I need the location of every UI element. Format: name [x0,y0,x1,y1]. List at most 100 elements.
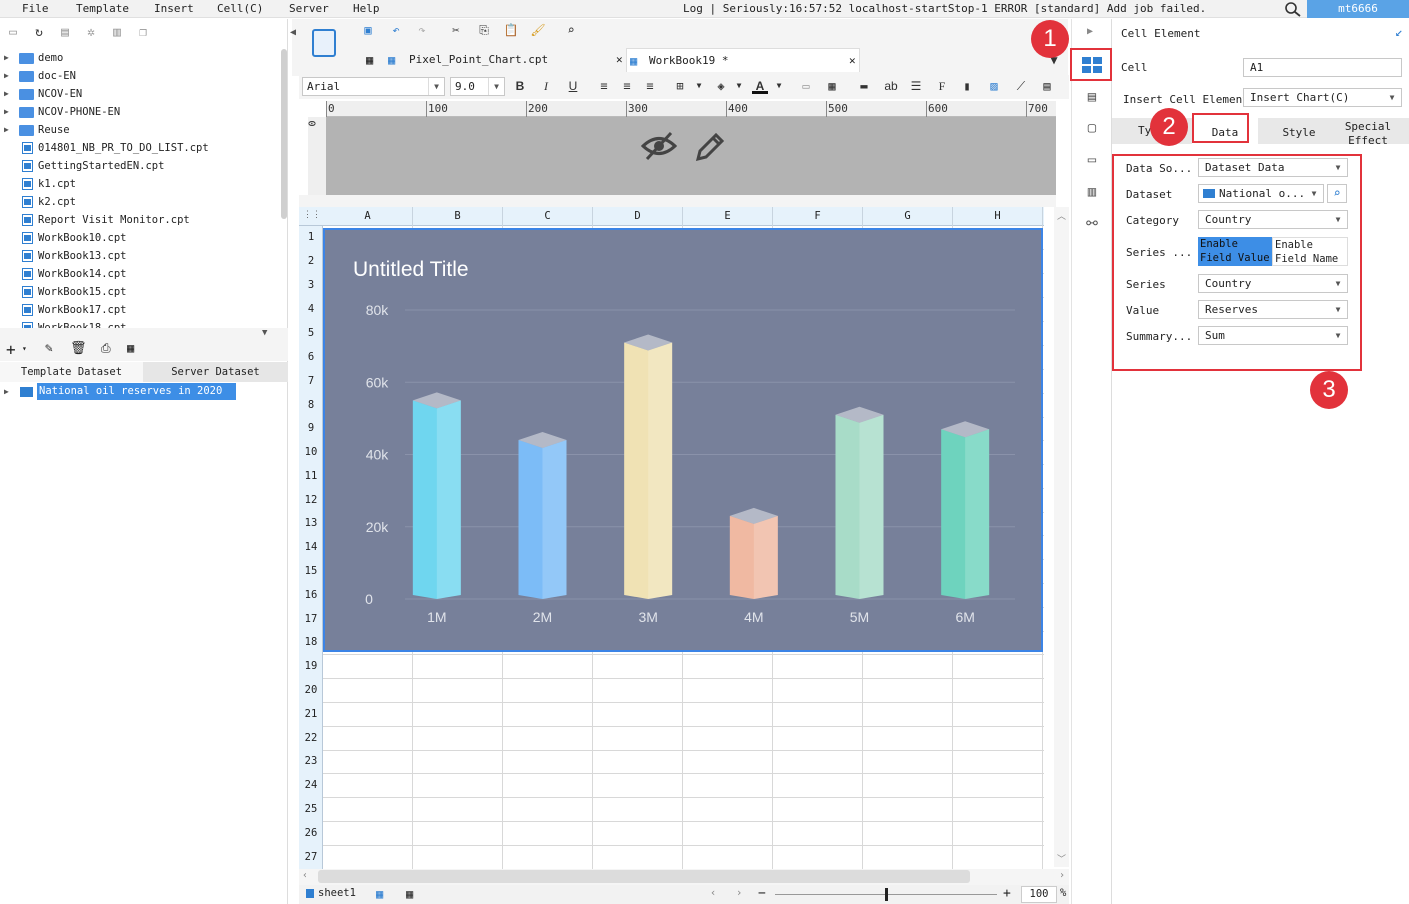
italic-icon[interactable]: I [538,78,554,94]
chevron-down-icon[interactable]: ▼ [691,78,707,94]
paste-icon[interactable]: 📋 [503,22,519,38]
fill-color-icon[interactable]: ◈ [713,78,729,94]
column-label[interactable]: D [593,207,683,226]
chart-cell[interactable]: Untitled Title 0 20k 40k 60k 80k 1M 2M 3M 4M 5M 6M [323,228,1043,652]
row-label[interactable]: 16 [299,583,323,607]
row-label[interactable]: 6 [299,345,323,369]
tree-file[interactable]: WorkBook15.cpt [0,283,280,301]
tab-template-dataset[interactable]: Template Dataset [0,362,143,382]
add-sheet-icon[interactable]: ▦ [376,887,383,901]
tree-file[interactable]: WorkBook14.cpt [0,265,280,283]
tab-workbook19[interactable]: ▦ WorkBook19 * ✕ [626,48,860,72]
font-family-select[interactable]: Arial ▼ [302,77,445,96]
row-label[interactable]: 25 [299,797,323,821]
chevron-down-icon[interactable]: ▾ [22,344,27,353]
close-icon[interactable]: ✕ [849,49,856,73]
tree-folder[interactable]: ▶ NCOV-PHONE-EN [0,103,280,121]
row-label[interactable]: 9 [299,417,323,440]
insert-row-icon[interactable]: ▬ [856,78,872,94]
menu-cell[interactable]: Cell(C) [217,2,263,15]
pin-icon[interactable]: ↙ [1395,25,1403,40]
row-label[interactable]: 23 [299,750,323,773]
frame-icon[interactable]: ▢ [1083,120,1101,136]
row-label[interactable]: 8 [299,393,323,417]
close-icon[interactable]: ✕ [616,48,623,72]
row-label[interactable]: 15 [299,559,323,583]
vertical-scrollbar[interactable]: ︿ ﹀ [1054,207,1069,867]
tree-file[interactable]: WorkBook10.cpt [0,229,280,247]
menu-insert[interactable]: Insert [154,2,194,15]
row-label[interactable]: 21 [299,702,323,726]
tree-file[interactable]: Report Visit Monitor.cpt [0,211,280,229]
bar[interactable] [729,507,778,599]
scroll-left-icon[interactable]: ‹ [302,870,308,881]
expand-arrow-icon[interactable]: ▶ [4,103,9,121]
preview-icon[interactable]: ⎙ [101,341,111,356]
bar[interactable] [624,334,673,599]
row-label[interactable]: 4 [299,297,323,321]
expand-arrow-icon[interactable]: ▶ [4,387,9,396]
row-label[interactable]: 27 [299,845,323,869]
border-icon[interactable]: ⊞ [672,78,688,94]
expand-right-icon[interactable]: ▶ [1087,26,1093,37]
condition-icon[interactable]: ▥ [1083,184,1101,200]
row-label[interactable]: 19 [299,654,323,678]
tree-file[interactable]: GettingStartedEN.cpt [0,157,280,175]
table-grid-icon[interactable]: ▦ [824,78,840,94]
menu-help[interactable]: Help [353,2,380,15]
column-label[interactable]: H [953,207,1043,226]
zoom-out-icon[interactable]: − [758,886,766,901]
bold-icon[interactable]: B [512,78,528,94]
zoom-input[interactable]: 100 [1021,886,1057,903]
expand-arrow-icon[interactable]: ▶ [4,49,9,67]
row-label[interactable]: 18 [299,631,323,654]
row-label[interactable]: 11 [299,464,323,488]
row-label[interactable]: 1 [299,226,323,249]
row-label[interactable]: 3 [299,273,323,297]
row-label[interactable]: 22 [299,726,323,750]
hide-icon[interactable] [641,131,677,161]
menu-template[interactable]: Template [76,2,129,15]
search-icon[interactable] [1284,1,1302,17]
undo-icon[interactable]: ↶ [388,22,404,38]
font-color-icon[interactable]: A [752,78,768,94]
tab-pixel-point-chart[interactable]: ▦ ▦ Pixel_Point_Chart.cpt ✕ [366,48,624,72]
edit-pencil-icon[interactable] [694,129,726,163]
text-icon[interactable]: ab [883,78,899,94]
cell-attribute-icon[interactable]: ▤ [1083,89,1101,105]
tree-file[interactable]: 014801_NB_PR_TO_DO_LIST.cpt [0,139,280,157]
expand-arrow-icon[interactable]: ▶ [4,67,9,85]
scroll-up-icon[interactable]: ︿ [1057,209,1066,222]
align-left-icon[interactable]: ≡ [596,78,612,94]
tree-file[interactable]: k2.cpt [0,193,280,211]
tree-folder[interactable]: ▶ NCOV-EN [0,85,280,103]
tree-file[interactable]: WorkBook18.cpt [0,319,280,328]
align-right-icon[interactable]: ≡ [642,78,658,94]
tree-folder[interactable]: ▶ demo [0,49,280,67]
column-label[interactable]: E [683,207,773,226]
image-icon[interactable]: ▨ [986,78,1002,94]
zoom-slider-thumb[interactable] [885,888,888,901]
dataset-settings-icon[interactable]: ▦ [127,341,134,355]
redo-icon[interactable]: ↷ [414,22,430,38]
subreport-icon[interactable]: ▤ [1039,78,1055,94]
expand-arrow-icon[interactable]: ▶ [4,85,9,103]
column-label[interactable]: B [413,207,503,226]
row-label[interactable]: 7 [299,369,323,393]
bar[interactable] [412,392,461,599]
row-label[interactable]: 2 [299,249,323,273]
row-label[interactable]: 17 [299,607,323,631]
menu-server[interactable]: Server [289,2,329,15]
find-icon[interactable]: ⌕ [563,22,579,38]
chevron-down-icon[interactable]: ▼ [771,78,787,94]
dataset-item[interactable]: ▶ National oil reserves in 2020 [0,383,288,401]
tree-file[interactable]: k1.cpt [0,175,280,193]
row-label[interactable]: 26 [299,821,323,845]
tab-style[interactable]: Style [1260,118,1338,144]
insert-cell-element-select[interactable]: Insert Chart(C) ▼ [1243,88,1402,107]
tree-file[interactable]: WorkBook13.cpt [0,247,280,265]
tab-special-effect[interactable]: Special Effect [1338,118,1398,147]
row-label[interactable]: 24 [299,773,323,797]
collapse-icon[interactable]: ▼ [262,328,267,338]
bar[interactable] [941,421,990,599]
